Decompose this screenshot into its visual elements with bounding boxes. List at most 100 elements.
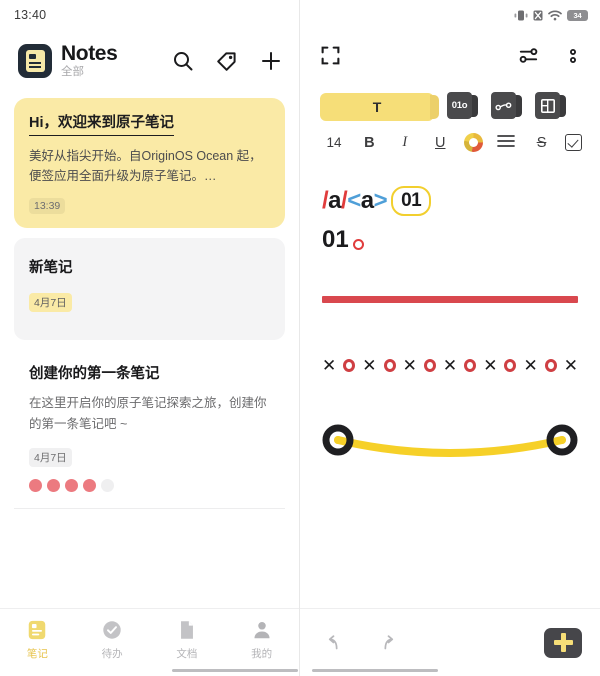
x-mark: ✕ — [442, 355, 458, 375]
note-body: 美好从指尖开始。自OriginOS Ocean 起，便签应用全面升级为原子笔记。… — [29, 148, 262, 184]
note-title: 创建你的第一条笔记 — [29, 366, 160, 383]
list-button[interactable] — [494, 134, 518, 152]
add-element-button[interactable] — [544, 627, 582, 658]
page-title: Notes — [61, 42, 118, 66]
list-item[interactable]: 新笔记 4月7日 — [14, 238, 285, 341]
o-mark — [464, 358, 477, 372]
note-body: 在这里开启你的原子笔记探索之旅，创建你的第一条笔记吧 ~ — [29, 396, 267, 431]
nav-item-todo[interactable]: 待办 — [75, 619, 150, 661]
italic-button[interactable]: I — [393, 134, 417, 151]
format-toolbar: 14 B I U S — [300, 121, 600, 152]
text-tool-button[interactable]: T — [320, 92, 439, 121]
home-indicator — [312, 669, 438, 672]
o-mark — [504, 358, 517, 372]
color-dot[interactable] — [29, 478, 42, 492]
status-clock: 13:40 — [14, 8, 47, 22]
xo-pattern-row[interactable]: ✕ ✕ ✕ ✕ ✕ ✕ ✕ — [322, 357, 578, 374]
fullscreen-icon[interactable] — [320, 45, 341, 71]
editor-top-actions — [517, 44, 582, 72]
app-subtitle: 全部 — [61, 66, 84, 79]
color-dot[interactable] — [83, 478, 96, 492]
nav-label: 待办 — [101, 648, 123, 660]
notes-app-icon — [18, 44, 52, 78]
underline-button[interactable]: U — [428, 135, 452, 151]
x-mark: ✕ — [483, 355, 498, 375]
tool-row: T 01o — [300, 86, 600, 121]
notes-icon — [26, 619, 48, 641]
note-canvas[interactable]: /a/ <a> 01 01 ✕ ✕ ✕ ✕ ✕ ✕ ✕ — [300, 152, 600, 608]
o-mark — [343, 358, 356, 372]
plus-icon — [553, 633, 573, 652]
search-icon[interactable] — [171, 49, 195, 73]
line-tool-button[interactable] — [491, 92, 522, 121]
x-mark: ✕ — [362, 355, 377, 375]
pill-token: 01 — [391, 186, 432, 216]
editor-top-bar — [300, 30, 600, 86]
canvas-line-2-text: 01 — [322, 225, 349, 253]
color-dot[interactable] — [101, 478, 114, 492]
status-bar-left: 13:40 — [0, 0, 299, 30]
color-button[interactable] — [463, 133, 483, 152]
redo-icon[interactable] — [378, 632, 400, 654]
nav-item-profile[interactable]: 我的 — [224, 619, 299, 661]
canvas-line-1[interactable]: /a/ <a> 01 — [322, 186, 578, 216]
bottom-navigation: 笔记 待办 文档 我的 — [0, 608, 299, 676]
list-item[interactable]: 创建你的第一条笔记 在这里开启你的原子笔记探索之旅，创建你的第一条笔记吧 ~ 4… — [14, 346, 285, 509]
x-mark: ✕ — [322, 355, 337, 375]
document-icon — [176, 619, 198, 641]
note-title: 新笔记 — [29, 260, 73, 277]
list-item[interactable]: Hi，欢迎来到原子笔记 美好从指尖开始。自OriginOS Ocean 起，便签… — [14, 98, 285, 229]
color-dot[interactable] — [65, 478, 78, 492]
bracket-a-token: <a> — [347, 186, 388, 214]
o-mark — [383, 358, 396, 372]
nav-label: 笔记 — [26, 648, 48, 660]
more-vertical-icon[interactable] — [564, 46, 582, 71]
o-mark — [423, 358, 436, 372]
wifi-icon — [548, 9, 562, 21]
nav-label: 文档 — [176, 648, 198, 660]
canvas-line-2[interactable]: 01 — [322, 226, 578, 254]
status-bar-right: 34 — [300, 0, 600, 30]
app-header: Notes 全部 — [0, 30, 299, 92]
font-size-button[interactable]: 14 — [322, 135, 346, 150]
sliders-icon[interactable] — [517, 44, 540, 72]
o-mark — [544, 358, 557, 372]
note-date: 4月7日 — [29, 447, 72, 467]
battery-indicator: 34 — [567, 9, 588, 21]
curve-element[interactable] — [322, 418, 578, 470]
undo-icon[interactable] — [322, 632, 344, 654]
note-title: Hi，欢迎来到原子笔记 — [29, 114, 174, 136]
notes-list-pane: 13:40 Notes 全部 Hi，欢迎来到原子笔记 美好从指尖开始。自Orig… — [0, 0, 300, 676]
note-editor-pane: 34 T 01o 14 B I U S /a/ <a> 01 01 ✕ ✕ ✕ … — [300, 0, 600, 676]
check-circle-icon — [101, 619, 123, 641]
x-mark: ✕ — [523, 355, 538, 375]
vibrate-icon — [514, 10, 528, 21]
no-sim-icon — [533, 10, 543, 21]
add-icon[interactable] — [259, 49, 283, 73]
app-screen: 13:40 Notes 全部 Hi，欢迎来到原子笔记 美好从指尖开始。自Orig… — [0, 0, 600, 676]
editor-bottom-bar — [300, 608, 600, 676]
color-dot[interactable] — [47, 478, 60, 492]
strikethrough-button[interactable]: S — [530, 135, 554, 151]
bold-button[interactable]: B — [357, 135, 381, 151]
home-indicator — [172, 669, 298, 672]
small-ring-icon — [352, 238, 364, 250]
nav-item-documents[interactable]: 文档 — [150, 619, 225, 661]
x-mark: ✕ — [563, 355, 579, 375]
nav-label: 我的 — [251, 648, 273, 660]
checkbox-button[interactable] — [564, 134, 582, 151]
number-tool-button[interactable]: 01o — [447, 92, 478, 121]
layout-tool-button[interactable] — [535, 92, 566, 121]
slash-a-token: /a/ — [322, 186, 348, 214]
note-date: 4月7日 — [29, 293, 72, 313]
color-swatches[interactable] — [29, 478, 270, 492]
app-titles: Notes 全部 — [61, 42, 118, 79]
header-actions — [171, 49, 283, 73]
red-divider[interactable] — [322, 295, 578, 303]
nav-item-notes[interactable]: 笔记 — [0, 619, 75, 661]
x-mark: ✕ — [402, 355, 417, 375]
tag-icon[interactable] — [215, 49, 239, 73]
note-date: 13:39 — [29, 198, 66, 215]
person-icon — [251, 619, 273, 641]
notes-list: Hi，欢迎来到原子笔记 美好从指尖开始。自OriginOS Ocean 起，便签… — [0, 92, 299, 608]
